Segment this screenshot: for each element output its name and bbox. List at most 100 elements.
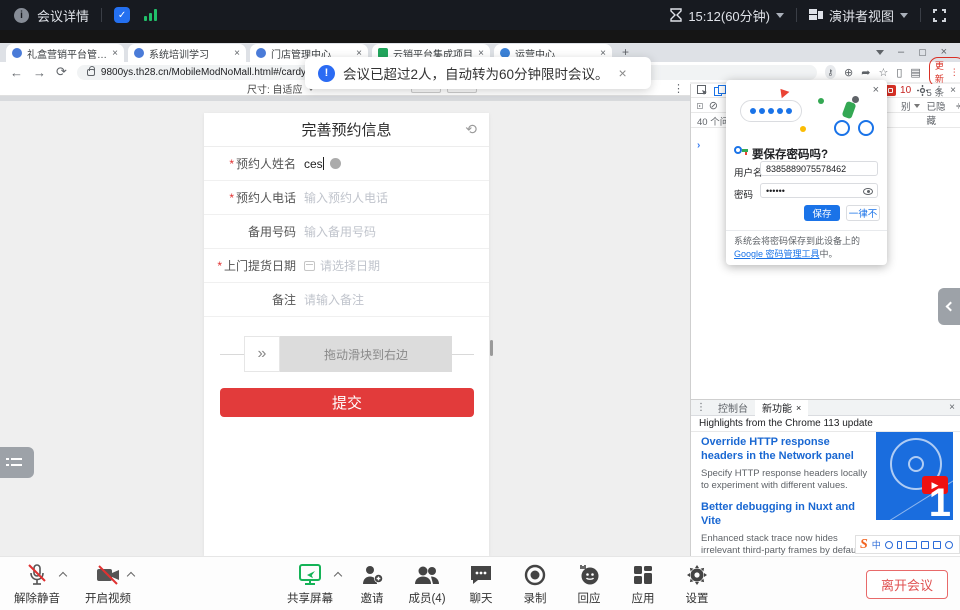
share-icon[interactable]: ➦ [861,66,870,79]
dot-decoration [818,98,824,104]
ime-cursor-icon[interactable] [885,541,893,549]
drawer-more-icon[interactable]: ⋮ [696,402,706,413]
view-mode-button[interactable]: 演讲者视图 [829,6,894,25]
cyclist-body [842,101,857,119]
date-picker-placeholder[interactable]: 请选择日期 [320,257,380,274]
form-row-phone[interactable]: *预约人电话 输入预约人电话 [204,181,489,215]
whatsnew-video-thumbnail[interactable]: ▶ 1 [876,432,953,520]
divider [796,8,797,22]
ime-skin-icon[interactable] [921,541,929,549]
ime-grid-icon[interactable] [933,541,941,549]
console-prompt-icon[interactable]: › [697,140,700,151]
chrome-update-button[interactable]: 更新 ⋮ [929,57,960,87]
divider [101,8,102,22]
ime-settings-icon[interactable] [945,541,953,549]
bookmark-star-icon[interactable]: ☆ [878,66,888,79]
inspect-element-icon[interactable] [697,85,708,96]
profile-avatar-icon[interactable]: ▤ [910,66,920,79]
network-signal-icon[interactable] [144,9,157,21]
save-password-button[interactable]: 保存 [804,205,840,221]
toast-close-icon[interactable]: × [619,65,627,81]
drawer-tab-console[interactable]: 控制台 [711,400,755,416]
devtools-drawer: ⋮ 控制台 新功能 × × Highlights from the Chrome… [691,399,960,556]
meeting-timer[interactable]: 15:12(60分钟) [688,6,770,25]
form-row-name[interactable]: *预约人姓名 ces [204,147,489,181]
reload-icon[interactable]: ⟳ [56,64,67,80]
view-mode-caret-icon[interactable] [900,13,908,18]
tab-close-icon[interactable]: × [112,48,118,59]
drawer-close-icon[interactable]: × [949,402,955,413]
log-levels-select[interactable]: 别 [901,99,911,113]
tab-close-icon[interactable]: × [234,48,240,59]
leave-meeting-button[interactable]: 离开会议 [866,570,948,599]
shared-screen-letterbox [0,30,960,43]
page-scrollbar-thumb[interactable] [490,340,493,356]
ime-keyboard-icon[interactable] [906,541,917,549]
hourglass-icon [670,8,682,22]
browser-tab-2[interactable]: 系统培训学习 × [128,44,246,62]
slider-line-left [220,354,244,355]
back-icon[interactable]: ← [10,65,23,80]
favicon [134,48,144,58]
ime-mic-icon[interactable] [897,541,902,549]
remark-input-placeholder[interactable]: 请输入备注 [304,291,364,308]
form-row-remark[interactable]: 备注 请输入备注 [204,283,489,317]
devtools-close-icon[interactable]: × [950,85,956,96]
security-shield-icon[interactable]: ✓ [114,7,130,23]
share-screen-button[interactable]: 共享屏幕 [275,563,345,606]
backup-input-placeholder[interactable]: 输入备用号码 [304,223,376,240]
meeting-agenda-widget[interactable] [0,447,34,478]
console-sidebar-icon[interactable] [697,101,703,111]
browser-tab-1[interactable]: 礼盒营销平台管理中心 × [6,44,124,62]
fullscreen-icon[interactable] [933,9,946,22]
thumb-circle-decoration [908,456,924,472]
password-input[interactable]: •••••• [760,183,878,198]
maximize-button[interactable]: ▢ [918,47,927,58]
forward-icon[interactable]: → [33,65,46,80]
dialog-footer-text: 系统会将密码保存到此设备上的 Google 密码管理工具中。 [734,235,880,260]
timer-caret-icon[interactable] [776,13,784,18]
tab-search-icon[interactable] [876,50,884,55]
clear-console-icon[interactable]: ⊘ [709,99,718,112]
start-video-button[interactable]: 开启视频 [73,563,143,606]
video-options-chevron-icon[interactable] [128,573,136,581]
password-key-icon[interactable]: ⚷ [825,65,836,79]
favicon [256,48,266,58]
dimensions-select[interactable]: 尺寸: 自适应 [247,81,303,96]
show-password-eye-icon[interactable] [863,188,873,195]
submit-label: 提交 [332,392,362,413]
thumb-number: 1 [929,481,951,520]
password-pill-graphic [740,100,802,122]
mic-options-chevron-icon[interactable] [60,573,68,581]
slider-handle[interactable]: » [244,336,280,372]
form-row-backup-number[interactable]: 备用号码 输入备用号码 [204,215,489,249]
whatsnew-heading-link[interactable]: Better debugging in Nuxt and Vite [701,501,871,529]
ime-toolbar[interactable]: S 中 [855,535,960,554]
undo-icon[interactable]: ⟲ [465,121,477,138]
captcha-slider: 拖动滑块到右边 » [204,335,489,373]
drawer-tab-close-icon[interactable]: × [796,403,801,413]
name-input-value[interactable]: ces [304,157,324,171]
whatsnew-heading-link[interactable]: Override HTTP response headers in the Ne… [701,436,871,464]
username-input[interactable]: 8385889075578462 [760,161,878,176]
zoom-icon[interactable]: ⊕ [844,66,853,79]
toast-text: 会议已超过2人，自动转为60分钟限时会议。 [343,63,609,83]
device-toolbar-icon[interactable] [714,85,726,96]
divider [920,8,921,22]
password-manager-link[interactable]: Google 密码管理工具 [734,249,820,259]
device-toolbar-more-icon[interactable]: ⋮ [673,82,684,95]
side-panel-icon[interactable]: ▯ [896,66,902,79]
sogou-logo[interactable]: S [860,537,868,553]
ime-language-toggle[interactable]: 中 [872,538,881,551]
unmute-button[interactable]: 解除静音 [2,563,72,606]
expand-panel-tab[interactable] [938,288,960,325]
form-row-pickup-date[interactable]: *上门提货日期 请选择日期 [204,249,489,283]
settings-button[interactable]: 设置 [662,563,732,606]
meeting-details-button[interactable]: 会议详情 [37,6,89,25]
phone-input-placeholder[interactable]: 输入预约人电话 [304,189,388,206]
never-save-button[interactable]: 一律不 [846,205,880,221]
console-settings-gear-icon[interactable] [956,101,960,111]
drawer-tab-whatsnew[interactable]: 新功能 × [755,400,808,416]
submit-button[interactable]: 提交 [220,388,474,417]
menu-dots-icon: ⋮ [950,67,959,78]
